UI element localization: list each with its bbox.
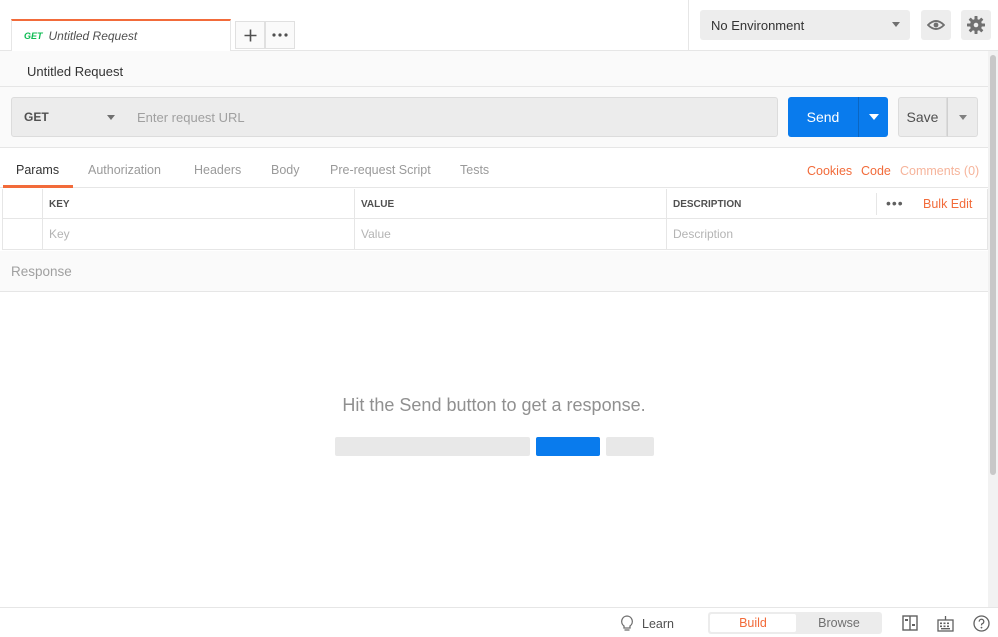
more-dots-icon[interactable]: •••	[886, 195, 904, 211]
params-key-header: KEY	[43, 189, 355, 219]
key-column-label: KEY	[49, 198, 70, 210]
response-title: Response	[11, 264, 72, 279]
chevron-down-icon	[958, 114, 967, 120]
url-input[interactable]	[127, 97, 778, 137]
learn-button[interactable]: Learn	[620, 615, 674, 632]
response-empty-hint: Hit the Send button to get a response.	[342, 395, 646, 415]
request-title-bar: Untitled Request	[0, 51, 988, 87]
scrollbar-thumb[interactable]	[990, 55, 996, 475]
environment-select[interactable]: No Environment	[700, 10, 910, 40]
tab-title: Untitled Request	[48, 29, 138, 43]
more-dots-icon	[272, 33, 288, 37]
method-select[interactable]: GET	[11, 97, 128, 137]
cookies-link[interactable]: Cookies	[807, 164, 852, 178]
value-column-label: VALUE	[361, 198, 395, 210]
code-link[interactable]: Code	[861, 164, 891, 178]
keyboard-shortcuts-icon[interactable]	[937, 615, 954, 632]
request-tab[interactable]: GET Untitled Request	[11, 19, 231, 51]
url-bar: GET Send Save	[0, 87, 988, 148]
response-body: Hit the Send button to get a response.	[0, 292, 988, 607]
table-row	[2, 219, 988, 249]
response-header: Response	[0, 251, 988, 292]
send-options-button[interactable]	[858, 97, 888, 137]
manage-environments-button[interactable]	[961, 10, 991, 40]
method-label: GET	[24, 110, 49, 124]
tab-options-button[interactable]	[265, 21, 295, 49]
params-header-row: KEY VALUE DESCRIPTION ••• Bulk Edit	[2, 189, 988, 219]
params-select-column	[2, 189, 43, 219]
help-icon[interactable]	[973, 615, 990, 632]
tab-method-badge: GET	[24, 31, 43, 41]
tab-body[interactable]: Body	[271, 163, 300, 177]
tab-params[interactable]: Params	[16, 163, 59, 177]
row-checkbox-cell[interactable]	[2, 219, 43, 249]
send-button[interactable]: Send	[788, 97, 858, 137]
save-button[interactable]: Save	[898, 97, 947, 137]
chevron-down-icon	[107, 115, 115, 120]
active-tab-indicator	[3, 185, 73, 188]
lightbulb-icon	[621, 615, 633, 631]
placeholder-graphic-bar	[335, 437, 530, 456]
build-browse-toggle: Build Browse	[708, 612, 882, 634]
comments-link[interactable]: Comments (0)	[900, 164, 979, 178]
tab-authorization[interactable]: Authorization	[88, 163, 161, 177]
gear-icon	[967, 16, 985, 34]
param-value-input[interactable]	[361, 227, 666, 241]
value-cell	[355, 219, 667, 249]
vertical-scrollbar[interactable]	[988, 51, 998, 607]
request-subtabs: Params Authorization Headers Body Pre-re…	[0, 148, 988, 188]
plus-icon	[244, 29, 256, 41]
param-description-input[interactable]	[673, 227, 987, 241]
chevron-down-icon	[868, 114, 879, 120]
key-cell	[43, 219, 355, 249]
eye-icon	[927, 20, 945, 30]
tab-bar: GET Untitled Request No Environment	[0, 0, 998, 51]
learn-label: Learn	[642, 616, 674, 631]
param-key-input[interactable]	[49, 227, 354, 241]
browse-mode-button[interactable]: Browse	[796, 612, 882, 634]
build-mode-button[interactable]: Build	[710, 614, 796, 632]
environment-quick-look-button[interactable]	[921, 10, 951, 40]
request-title[interactable]: Untitled Request	[27, 64, 123, 79]
tab-tests[interactable]: Tests	[460, 163, 489, 177]
status-bar: Learn Build Browse	[0, 607, 998, 637]
tab-pre-request-script[interactable]: Pre-request Script	[330, 163, 431, 177]
save-options-button[interactable]	[947, 97, 978, 137]
tab-headers[interactable]: Headers	[194, 163, 241, 177]
description-column-label: DESCRIPTION	[673, 198, 742, 210]
placeholder-graphic-button	[536, 437, 600, 456]
description-cell	[667, 219, 988, 249]
placeholder-graphic-bar	[606, 437, 654, 456]
two-pane-view-icon[interactable]	[902, 615, 918, 631]
environment-area: No Environment	[688, 0, 998, 50]
bulk-edit-link[interactable]: Bulk Edit	[923, 197, 972, 211]
params-value-header: VALUE	[355, 189, 667, 219]
params-table: KEY VALUE DESCRIPTION ••• Bulk Edit	[2, 189, 988, 250]
new-tab-button[interactable]	[235, 21, 265, 49]
environment-label: No Environment	[711, 17, 805, 33]
chevron-down-icon	[892, 22, 900, 27]
divider	[876, 193, 877, 215]
